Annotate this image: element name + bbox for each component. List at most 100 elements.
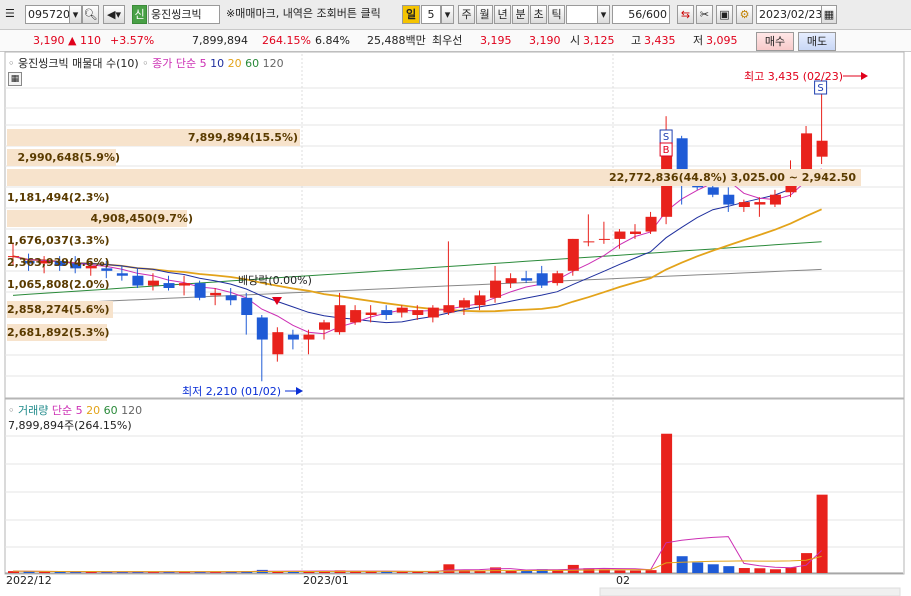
volume-bar xyxy=(707,564,719,573)
candle-body xyxy=(210,292,222,296)
volume-profile-bar: 1,181,494(2.3%) xyxy=(7,189,110,206)
sell-mark-text: S xyxy=(817,83,823,94)
volume-value-note: 7,899,894주(264.15%) xyxy=(8,419,132,432)
volume-profile-label: 1,065,808(2.0%) xyxy=(7,278,110,291)
candle-body xyxy=(738,202,750,207)
volume-bar xyxy=(816,494,828,573)
candle-body xyxy=(194,283,206,298)
candle-body xyxy=(365,312,377,315)
grid-toggle-icon[interactable]: ▦ xyxy=(8,72,22,86)
volume-bar xyxy=(396,571,408,573)
candle-body xyxy=(256,317,268,340)
candle-body xyxy=(598,238,610,240)
scrollbar-track xyxy=(599,587,901,596)
candle-body xyxy=(350,310,362,323)
candle-body xyxy=(179,283,191,286)
candle-body xyxy=(396,307,408,313)
vol-ma-60-label: 60 xyxy=(103,404,118,417)
volume-profile-bar: 2,363,939(4.6%) xyxy=(7,254,110,271)
candle-body xyxy=(521,278,533,281)
volume-profile-label: 7,899,894(15.5%) xyxy=(187,131,298,144)
volume-bar xyxy=(661,433,673,573)
ma-20-label: 20 xyxy=(227,57,242,70)
x-axis-label: 2022/12 xyxy=(6,574,52,587)
candle-body xyxy=(319,322,330,330)
volume-profile-label: 1,181,494(2.3%) xyxy=(7,191,110,204)
vol-ma-20-label: 20 xyxy=(86,404,101,417)
ma-label: 종가 단순 xyxy=(152,57,197,70)
candle-body xyxy=(132,275,144,286)
volume-bar xyxy=(754,568,766,573)
candle-body xyxy=(163,283,175,288)
ma-10-label: 10 xyxy=(210,57,225,70)
candle-body xyxy=(723,194,735,205)
candle-body xyxy=(116,273,128,276)
candle-body xyxy=(147,280,159,286)
ma-5-label: 5 xyxy=(199,57,207,70)
candle-body xyxy=(552,273,564,284)
candle-body xyxy=(287,334,299,340)
volume-panel-legend: ◦ 거래량 단순 5 20 60 120 xyxy=(8,402,142,418)
x-axis-label: 02 xyxy=(616,574,630,587)
volume-profile-bar: 22,772,836(44.8%) 3,025.00 ~ 2,942.50 xyxy=(7,169,861,186)
candle-body xyxy=(412,310,424,315)
volume-profile-bar: 1,676,037(3.3%) xyxy=(7,232,110,249)
price-panel-legend: ◦ 웅진씽크빅 매물대 수(10) ◦ 종가 단순 5 10 20 60 120 xyxy=(8,55,284,71)
low-annotation: 최저 2,210 (01/02) xyxy=(182,385,282,398)
volume-profile-bar: 2,681,892(5.3%) xyxy=(7,324,110,341)
candle-body xyxy=(801,133,813,173)
legend-dot-icon: ◦ xyxy=(8,57,15,70)
volume-profile-label: 4,908,450(9.7%) xyxy=(90,212,194,225)
legend-dot-icon: ◦ xyxy=(142,57,149,70)
volume-profile-bar: 2,990,648(5.9%) xyxy=(7,149,120,166)
volume-profile-bar: 7,899,894(15.5%) xyxy=(7,129,300,146)
volume-bar xyxy=(645,570,657,573)
volume-profile-label: 1,676,037(3.3%) xyxy=(7,234,110,247)
dividend-annotation: 배당락(0.00%) xyxy=(238,274,312,287)
volume-bar xyxy=(692,562,704,573)
candle-body xyxy=(769,194,781,205)
volume-profile-label: 2,858,274(5.6%) xyxy=(7,303,110,316)
volume-bar xyxy=(738,568,750,573)
volume-bar xyxy=(630,570,641,573)
volume-bar xyxy=(769,569,781,573)
volume-bar xyxy=(723,566,735,573)
volume-panel-title: 거래량 xyxy=(18,404,49,417)
volume-profile-label: 22,772,836(44.8%) 3,025.00 ~ 2,942.50 xyxy=(609,171,857,184)
candle-body xyxy=(630,231,641,234)
volume-profile-label: 2,990,648(5.9%) xyxy=(17,151,121,164)
candle-body xyxy=(443,305,455,313)
volume-bar xyxy=(521,571,533,573)
candle-body xyxy=(458,300,470,308)
candle-body xyxy=(536,273,548,286)
candle-body xyxy=(505,278,517,284)
ma-60-label: 60 xyxy=(245,57,260,70)
sell-mark-text: S xyxy=(663,132,669,143)
price-chart[interactable]: SBS xyxy=(0,0,911,596)
candle-body xyxy=(272,332,284,355)
candle-body xyxy=(583,241,595,243)
candle-body xyxy=(567,238,579,271)
volume-bar xyxy=(801,553,813,573)
volume-profile-label: 2,681,892(5.3%) xyxy=(7,326,110,339)
volume-profile-bar: 1,065,808(2.0%) xyxy=(7,276,110,293)
candle-body xyxy=(241,297,253,315)
volume-profile-label: 2,363,939(4.6%) xyxy=(7,256,110,269)
volume-bar xyxy=(785,567,797,573)
candle-body xyxy=(490,280,502,298)
volume-profile-bar: 4,908,450(9.7%) xyxy=(7,210,193,227)
candle-body xyxy=(645,216,657,232)
candle-body xyxy=(614,231,626,239)
ma-120-label: 120 xyxy=(262,57,284,70)
candle-body xyxy=(474,295,486,306)
volume-profile-bar: 2,858,274(5.6%) xyxy=(7,301,113,318)
vol-ma-5-label: 5 xyxy=(75,404,83,417)
price-panel-title: 웅진씽크빅 매물대 수(10) xyxy=(18,57,139,70)
volume-bar xyxy=(614,570,626,573)
volume-panel-frame xyxy=(4,398,905,575)
candle-body xyxy=(816,140,828,157)
candle-body xyxy=(225,295,237,301)
candle-body xyxy=(303,334,315,340)
candle-body xyxy=(427,307,439,318)
legend-dot-icon: ◦ xyxy=(8,404,15,417)
